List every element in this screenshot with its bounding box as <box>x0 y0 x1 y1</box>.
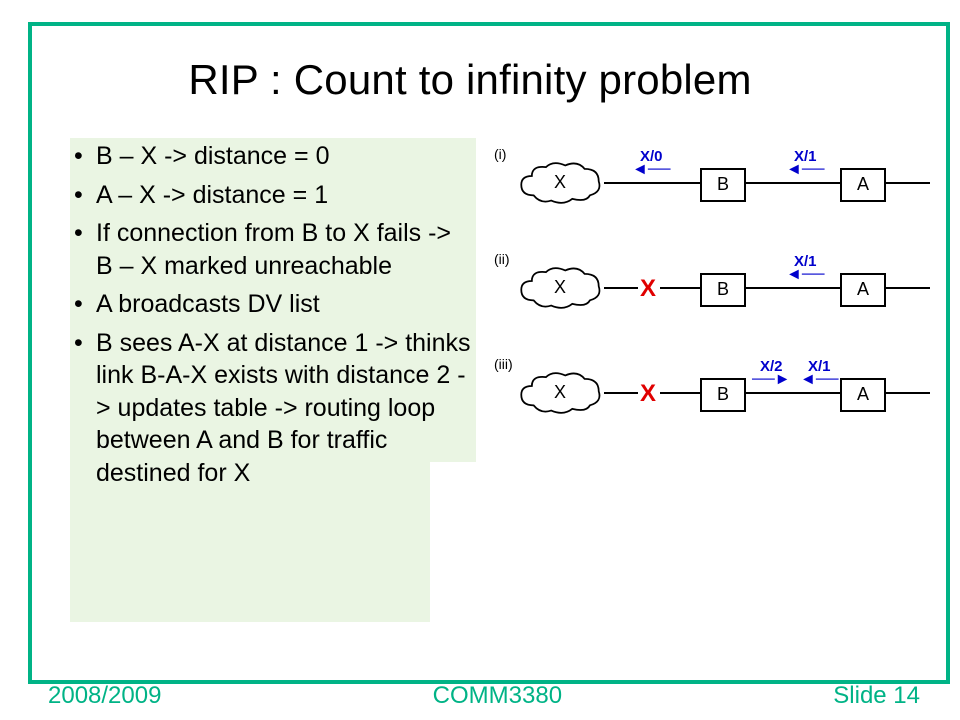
broken-link-icon: X <box>640 380 656 408</box>
row-number: (ii) <box>494 251 510 267</box>
cloud-icon: X <box>516 368 604 418</box>
cloud-icon: X <box>516 158 604 208</box>
router-box: B <box>700 273 746 307</box>
bullet-dot: • <box>74 288 96 321</box>
diagram-row: (iii) X X B X/2 ──► X/1 ◄── A <box>494 350 932 455</box>
arrow-left-icon: ◄── <box>786 270 825 280</box>
link-line <box>660 287 700 289</box>
link-line <box>884 287 930 289</box>
bullet-text: B sees A-X at distance 1 -> thinks link … <box>96 327 474 490</box>
bullet-text: A – X -> distance = 1 <box>96 179 474 212</box>
router-label: A <box>857 279 869 299</box>
bullet-text: B – X -> distance = 0 <box>96 140 474 173</box>
row-number: (iii) <box>494 356 513 372</box>
diagram-row: (i) X X/0 ◄── B X/1 ◄── A <box>494 140 932 245</box>
bullet-item: • B sees A-X at distance 1 -> thinks lin… <box>74 327 474 490</box>
link-line <box>744 287 840 289</box>
bullet-item: • A – X -> distance = 1 <box>74 179 474 212</box>
dv-label: X/1 ◄── <box>800 358 839 385</box>
arrow-left-icon: ◄── <box>632 165 671 175</box>
arrow-left-icon: ◄── <box>786 165 825 175</box>
bullet-item: • If connection from B to X fails -> B –… <box>74 217 474 282</box>
row-number: (i) <box>494 146 506 162</box>
router-label: A <box>857 384 869 404</box>
bullet-dot: • <box>74 217 96 282</box>
slide: RIP : Count to infinity problem • B – X … <box>0 0 960 720</box>
bullet-dot: • <box>74 327 96 490</box>
router-box: A <box>840 378 886 412</box>
link-line <box>744 392 840 394</box>
bullet-dot: • <box>74 179 96 212</box>
cloud-label: X <box>516 382 604 403</box>
router-label: B <box>717 279 729 299</box>
slide-footer: 2008/2009 COMM3380 Slide 14 <box>48 682 920 710</box>
dv-label: X/1 ◄── <box>786 253 825 280</box>
dv-label: X/2 ──► <box>752 358 791 385</box>
router-label: B <box>717 174 729 194</box>
router-box: B <box>700 168 746 202</box>
dv-label: X/0 ◄── <box>632 148 671 175</box>
arrow-left-icon: ◄── <box>800 375 839 385</box>
footer-right: Slide 14 <box>833 682 920 710</box>
link-line <box>884 182 930 184</box>
router-box: B <box>700 378 746 412</box>
footer-center: COMM3380 <box>433 682 562 710</box>
router-box: A <box>840 168 886 202</box>
diagram-row: (ii) X X B X/1 ◄── A <box>494 245 932 350</box>
link-line <box>660 392 700 394</box>
link-line <box>604 287 638 289</box>
link-line <box>744 182 840 184</box>
bullet-item: • B – X -> distance = 0 <box>74 140 474 173</box>
router-box: A <box>840 273 886 307</box>
bullet-dot: • <box>74 140 96 173</box>
broken-link-icon: X <box>640 275 656 303</box>
bullet-text: A broadcasts DV list <box>96 288 474 321</box>
cloud-label: X <box>516 172 604 193</box>
arrow-right-icon: ──► <box>752 375 791 385</box>
cloud-icon: X <box>516 263 604 313</box>
footer-left: 2008/2009 <box>48 682 161 710</box>
bullet-text: If connection from B to X fails -> B – X… <box>96 217 474 282</box>
link-line <box>604 182 700 184</box>
router-label: A <box>857 174 869 194</box>
network-diagram: (i) X X/0 ◄── B X/1 ◄── A (ii) <box>494 140 932 455</box>
router-label: B <box>717 384 729 404</box>
dv-label: X/1 ◄── <box>786 148 825 175</box>
link-line <box>884 392 930 394</box>
bullet-list: • B – X -> distance = 0 • A – X -> dista… <box>74 140 474 495</box>
cloud-label: X <box>516 277 604 298</box>
link-line <box>604 392 638 394</box>
bullet-item: • A broadcasts DV list <box>74 288 474 321</box>
slide-title: RIP : Count to infinity problem <box>0 56 940 104</box>
